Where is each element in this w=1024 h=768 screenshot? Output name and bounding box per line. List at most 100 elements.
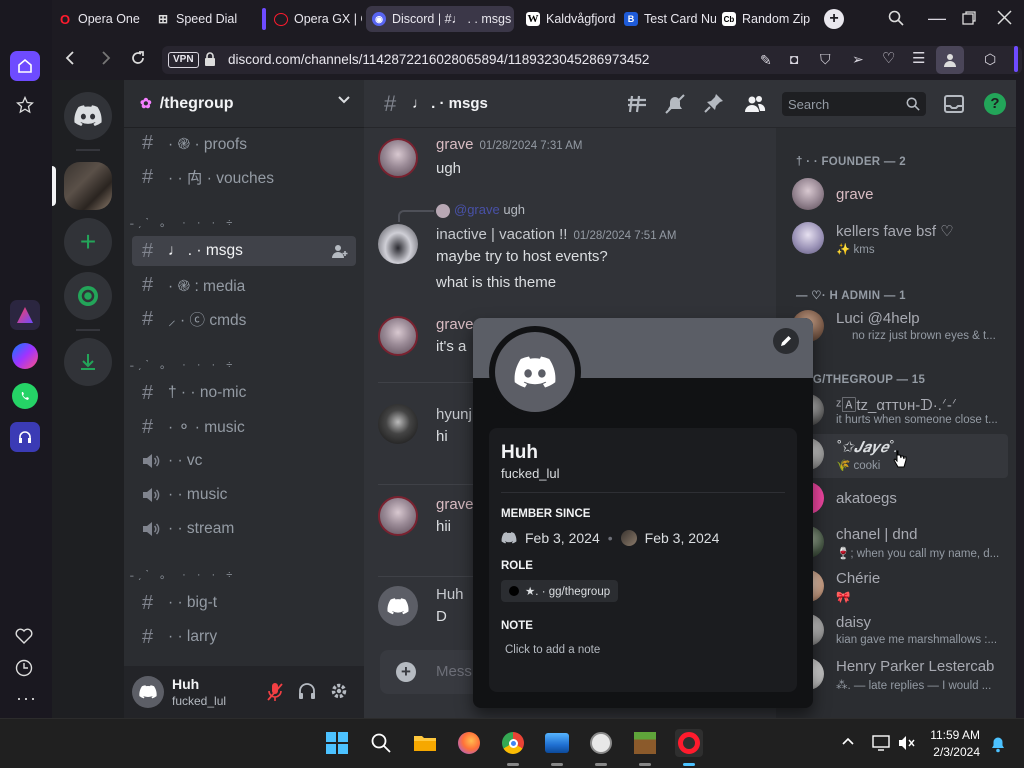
guild-header[interactable]: ✿ /thegroup (124, 80, 364, 128)
add-server-icon[interactable]: + (64, 218, 112, 266)
adblock-shield-icon[interactable]: ⛉ (820, 51, 831, 67)
tab-test-card[interactable]: B Test Card Nu (624, 6, 716, 32)
role-pill[interactable]: ★. · gg/thegroup (501, 580, 619, 602)
channel-media[interactable]: # · ֎ : media (132, 270, 356, 300)
volume-muted-icon[interactable] (898, 735, 916, 751)
member-item[interactable]: Henry Parker Lestercab ⁂. — late replies … (792, 654, 1008, 698)
message-author[interactable]: grave (436, 316, 474, 333)
channel-no-mic[interactable]: # † · · no-mic (132, 378, 356, 408)
url-field[interactable]: VPN discord.com/channels/114287221602806… (162, 46, 1022, 74)
edit-pencil-icon[interactable] (773, 328, 799, 354)
message-author[interactable]: grave (436, 496, 474, 513)
profile-avatar[interactable] (495, 332, 575, 412)
user-avatar[interactable] (132, 676, 164, 708)
opera-taskbar-icon[interactable] (675, 729, 703, 757)
profile-icon[interactable] (936, 46, 964, 74)
voice-channel-music[interactable]: · · music (132, 480, 356, 510)
notification-muted-bell-icon[interactable] (664, 94, 686, 114)
tab-opera-one[interactable]: O Opera One (58, 6, 148, 32)
easy-setup-icon[interactable]: ☰ (912, 51, 925, 67)
minecraft-icon[interactable] (631, 729, 659, 757)
file-explorer-icon[interactable] (411, 729, 439, 757)
help-icon[interactable]: ? (984, 93, 1006, 115)
member-item[interactable]: akatoegs (792, 478, 1008, 522)
user-avatar[interactable] (378, 138, 418, 178)
tab-opera-gx[interactable]: Opera GX | G (274, 6, 362, 32)
inbox-icon[interactable] (944, 95, 964, 113)
whatsapp-icon[interactable] (12, 383, 38, 409)
mute-microphone-icon[interactable] (266, 682, 284, 702)
channel-cmds[interactable]: # ⸝ · ⓒ cmds (132, 304, 356, 334)
close-icon[interactable] (997, 10, 1012, 25)
lock-icon[interactable] (204, 52, 216, 67)
more-icon[interactable]: ··· (16, 688, 37, 709)
clock-app-icon[interactable] (587, 729, 615, 757)
user-avatar[interactable] (378, 404, 418, 444)
windows-start-icon[interactable] (323, 729, 351, 757)
channel-proofs[interactable]: # · ֎ · proofs (132, 128, 356, 158)
user-avatar[interactable] (378, 224, 418, 264)
voice-channel-vc[interactable]: · · vc (132, 446, 356, 476)
forward-icon[interactable] (100, 50, 112, 66)
chevron-up-icon[interactable] (842, 737, 854, 745)
aria-icon[interactable] (10, 300, 40, 330)
channel-vouches[interactable]: # · · ⽱ · vouches (132, 162, 356, 192)
bookmarks-star-icon[interactable] (16, 96, 34, 114)
extensions-cube-icon[interactable]: ⬡ (984, 51, 996, 67)
search-tabs-icon[interactable] (888, 10, 904, 26)
member-item[interactable]: chanel | dnd 🍷; when you call my name, d.… (792, 522, 1008, 566)
user-avatar[interactable] (378, 586, 418, 626)
messenger-icon[interactable] (12, 343, 38, 369)
tab-speed-dial[interactable]: ⊞ Speed Dial (156, 6, 256, 32)
threads-icon[interactable] (626, 94, 648, 114)
member-item[interactable]: kellers fave bsf ♡ ✨ kms (792, 218, 1008, 262)
pinned-messages-icon[interactable] (704, 93, 724, 113)
member-item[interactable]: ᶻ🄰tz_αттυн-ᗪ·.ᐟ-ᐟ it hurts when someone c… (792, 390, 1008, 434)
send-icon[interactable]: ➢ (852, 51, 864, 67)
invite-member-icon[interactable] (332, 243, 348, 259)
vpn-badge[interactable]: VPN (168, 52, 199, 68)
user-avatar[interactable] (378, 316, 418, 356)
chrome-icon[interactable] (499, 729, 527, 757)
search-input[interactable]: Search (782, 92, 926, 116)
display-icon[interactable] (872, 735, 890, 751)
firefox-icon[interactable] (455, 729, 483, 757)
back-icon[interactable] (64, 50, 76, 66)
heart-icon[interactable] (15, 628, 33, 644)
windows-search-icon[interactable] (367, 729, 395, 757)
category-header[interactable]: ˗ˏˋ 。 · · · ÷ (130, 214, 236, 230)
headphones-icon[interactable] (298, 682, 316, 700)
download-icon[interactable] (64, 338, 112, 386)
message-author[interactable]: grave 01/28/2024 7:31 AM (436, 136, 582, 153)
tab-discord[interactable]: ◉ Discord | #♩ . . msgs (366, 6, 514, 32)
tab-kaldvagfjord[interactable]: W Kaldvågfjord (526, 6, 618, 32)
new-tab-icon[interactable]: + (824, 9, 844, 29)
member-item[interactable]: Chérie 🎀 (792, 566, 1008, 610)
photos-icon[interactable] (543, 729, 571, 757)
explore-compass-icon[interactable] (64, 272, 112, 320)
category-header[interactable]: ˗ˏˋ 。 · · · ÷ (130, 356, 236, 372)
discord-home-icon[interactable] (64, 92, 112, 140)
notification-bell-icon[interactable] (990, 735, 1006, 753)
voice-channel-stream[interactable]: · · stream (132, 514, 356, 544)
channel-msgs[interactable]: # ♩ . · msgs (132, 236, 356, 266)
add-attachment-icon[interactable]: + (396, 662, 416, 682)
heart-bookmark-icon[interactable]: ♡ (882, 51, 895, 67)
thegroup-server-icon[interactable] (64, 162, 112, 210)
home-icon[interactable] (10, 51, 40, 81)
channel-big-t[interactable]: # · · big-t (132, 588, 356, 618)
snapshot-camera-icon[interactable]: ◘ (790, 51, 798, 67)
reply-preview[interactable]: @grave ugh (436, 202, 525, 218)
clock-date[interactable]: 2/3/2024 (928, 745, 980, 759)
message-author[interactable]: hyunj (436, 406, 472, 423)
category-header[interactable]: ˗ˏˋ 。 · · · ÷ (130, 566, 236, 582)
edit-page-icon[interactable]: ✎ (760, 52, 772, 68)
reload-icon[interactable] (130, 50, 146, 66)
member-item[interactable]: daisy kian gave me marshmallows :... (792, 610, 1008, 654)
member-item[interactable]: Luci @4help no rizz just brown eyes & t..… (792, 306, 1008, 350)
page-scrollbar[interactable] (1016, 80, 1024, 718)
member-item[interactable]: grave (792, 174, 1008, 218)
music-player-icon[interactable] (10, 422, 40, 452)
channel-larry[interactable]: # · · larry (132, 622, 356, 652)
user-avatar[interactable] (378, 496, 418, 536)
